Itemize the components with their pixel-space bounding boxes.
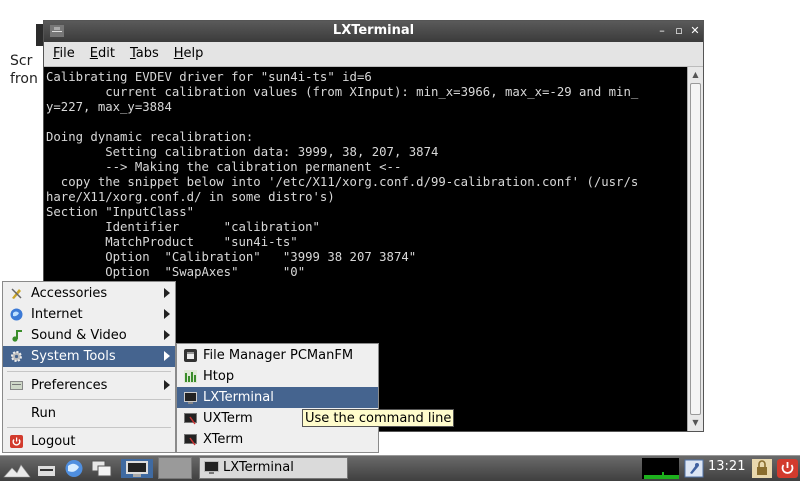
menu-separator: [7, 427, 171, 428]
terminal-icon: [184, 434, 197, 446]
scroll-up-arrow-icon[interactable]: ▲: [688, 68, 703, 82]
menu-tabs[interactable]: Tabs: [121, 42, 165, 61]
internet-globe-icon: [10, 308, 23, 321]
menubar: File Edit Tabs Help: [44, 42, 703, 67]
htop-icon: [184, 370, 197, 383]
task-button-lxterminal[interactable]: LXTerminal: [199, 457, 348, 479]
file-manager-icon: [184, 349, 197, 362]
menu-item-run[interactable]: Run: [3, 403, 175, 424]
menu-item-preferences[interactable]: Preferences: [3, 375, 175, 396]
accessories-icon: [11, 288, 22, 299]
submenu-arrow-icon: [164, 351, 170, 361]
menu-item-sound-video[interactable]: Sound & Video: [3, 325, 175, 346]
window-title: LXTerminal: [332, 23, 415, 38]
menu-edit[interactable]: Edit: [81, 42, 121, 61]
music-note-icon: [12, 330, 22, 342]
tooltip: Use the command line: [302, 409, 455, 427]
submenu-item-lxterminal[interactable]: LXTerminal: [177, 387, 378, 408]
screen-lock-icon[interactable]: [752, 459, 772, 478]
submenu-item-htop[interactable]: Htop: [177, 366, 378, 387]
menu-item-accessories[interactable]: Accessories: [3, 283, 175, 304]
system-tools-submenu: File Manager PCManFM Htop LXTerminal UXT…: [176, 343, 379, 453]
terminal-icon: [184, 392, 197, 404]
workspace-pager[interactable]: [158, 457, 192, 479]
cpu-graph: [644, 472, 679, 479]
minimize-button[interactable]: –: [655, 23, 669, 39]
menu-item-internet[interactable]: Internet: [3, 304, 175, 325]
menu-item-system-tools[interactable]: System Tools: [3, 346, 175, 367]
web-browser-launcher-icon[interactable]: [62, 459, 86, 478]
cpu-monitor: [642, 458, 679, 479]
submenu-arrow-icon: [164, 309, 170, 319]
close-button[interactable]: ✕: [688, 23, 702, 39]
power-icon: [10, 435, 23, 448]
start-menu-logo-icon[interactable]: [3, 459, 31, 478]
maximize-button[interactable]: ▫: [672, 23, 686, 39]
window-titlebar[interactable]: LXTerminal – ▫ ✕: [44, 21, 703, 42]
file-manager-launcher-icon[interactable]: [36, 459, 58, 478]
scroll-down-arrow-icon[interactable]: ▼: [688, 416, 703, 430]
terminal-icon: [204, 461, 219, 474]
submenu-item-xterm[interactable]: XTerm: [177, 429, 378, 450]
logout-power-icon[interactable]: [777, 459, 798, 478]
submenu-arrow-icon: [164, 330, 170, 340]
terminal-icon: [184, 413, 197, 425]
submenu-arrow-icon: [164, 380, 170, 390]
menu-separator: [7, 371, 171, 372]
scrollbar-thumb[interactable]: [690, 83, 701, 415]
menu-help[interactable]: Help: [165, 42, 210, 61]
submenu-arrow-icon: [164, 288, 170, 298]
terminal-text: Calibrating EVDEV driver for "sun4i-ts" …: [46, 70, 639, 279]
submenu-item-file-manager[interactable]: File Manager PCManFM: [177, 345, 378, 366]
menu-separator: [7, 399, 171, 400]
taskbar: LXTerminal 13:21: [0, 455, 800, 481]
vertical-scrollbar[interactable]: ▲ ▼: [687, 67, 703, 431]
clock[interactable]: 13:21: [708, 459, 745, 474]
menu-item-logout[interactable]: Logout: [3, 431, 175, 452]
gear-icon: [11, 351, 22, 362]
preferences-icon: [10, 381, 23, 390]
terminal-launcher-icon[interactable]: [121, 459, 153, 478]
start-menu: Accessories Internet Sound & Video Syste…: [2, 281, 176, 453]
menu-file[interactable]: File: [44, 42, 81, 61]
keyboard-layout-icon[interactable]: [684, 459, 704, 478]
desktop-switcher-icon[interactable]: [90, 459, 114, 478]
